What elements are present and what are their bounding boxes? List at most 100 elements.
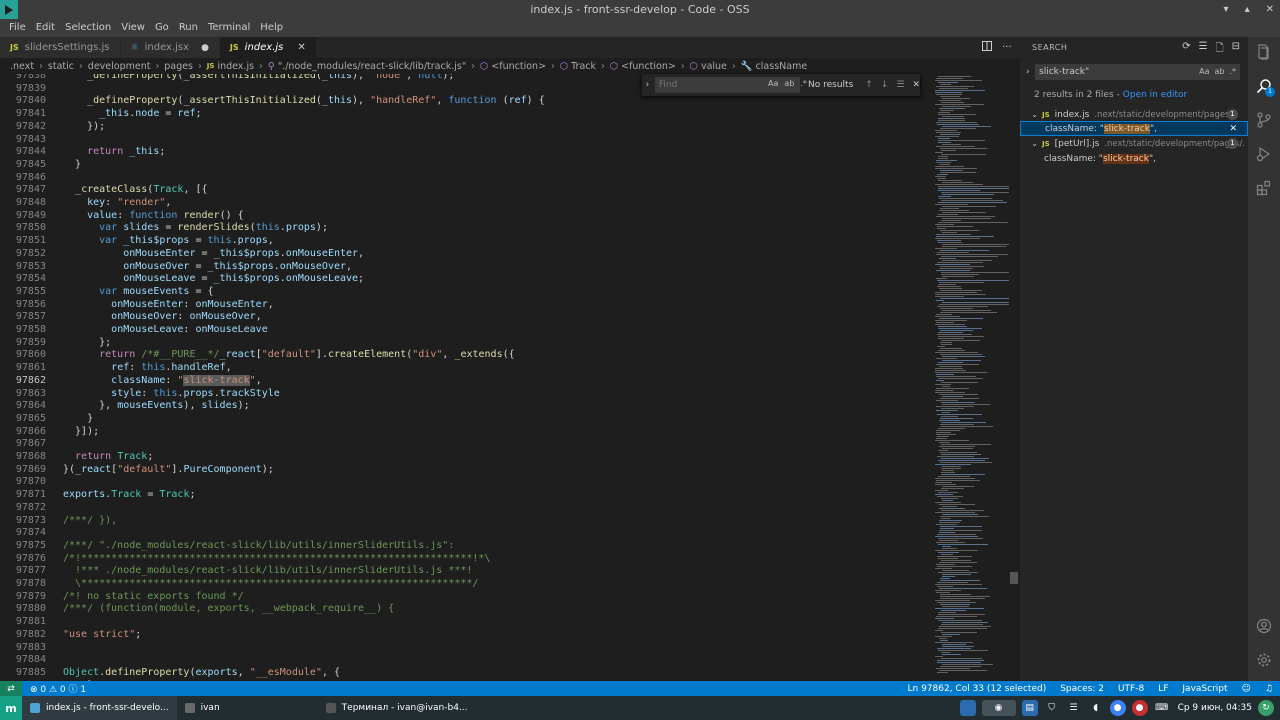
code-line[interactable]: onMouseLeave = _this$props.onMouseLeave; — [63, 273, 364, 286]
language-mode[interactable]: JavaScript — [1175, 684, 1234, 694]
minimap[interactable] — [933, 74, 1013, 681]
refresh-icon[interactable]: ⟳ — [1182, 41, 1190, 58]
tab-index-js[interactable]: JS index.js ✕ — [219, 37, 317, 58]
clear-results-icon[interactable]: ☰ — [1199, 41, 1208, 58]
code-line[interactable]: onMouseLeave: onMouseLeave — [63, 324, 268, 337]
menu-go[interactable]: Go — [150, 19, 174, 37]
code-editor[interactable]: 97838 97839 97840 97841 97842 97843 97844 97845… — [0, 74, 1020, 681]
result-match[interactable]: className: " slick-track ", — [1020, 151, 1248, 166]
run-debug-icon[interactable] — [1248, 139, 1280, 169]
breadcrumb-item[interactable]: "./node_modules/react-slick/lib/track.js… — [278, 61, 466, 72]
breadcrumb-item[interactable]: value — [701, 61, 727, 72]
notifications-bell-icon[interactable]: ♫ — [1258, 684, 1280, 694]
toggle-replace-icon[interactable]: › — [642, 80, 653, 90]
notification-icon[interactable]: ● — [1131, 700, 1148, 716]
previous-match-icon[interactable]: ↑ — [865, 80, 873, 90]
result-match[interactable]: className: " slick-track ", ✕ — [1020, 121, 1248, 136]
code-line[interactable]: /*!*************************************… — [63, 553, 490, 566]
result-file-index-js[interactable]: ⌄ JS index.js .next/static/development/p… — [1020, 107, 1248, 122]
find-in-selection-icon[interactable]: ☰ — [896, 80, 904, 90]
code-line[interactable]: }); — [63, 121, 105, 134]
menu-edit[interactable]: Edit — [31, 19, 60, 37]
split-editor-icon[interactable] — [982, 41, 992, 54]
code-line[interactable]: value: function render() { — [63, 210, 244, 223]
chevron-down-icon[interactable]: ⌄ — [1020, 110, 1042, 119]
code-line[interactable]: return Track; — [63, 451, 153, 464]
workspace-switcher-icon[interactable]: ◉ — [981, 700, 1016, 716]
code-line[interactable]: var slides = renderSlides(this.props); — [63, 222, 328, 235]
breadcrumb-item[interactable]: pages — [164, 61, 193, 72]
code-line[interactable]: className: "slick-track", — [63, 374, 262, 388]
feedback-icon[interactable]: ☺ — [1235, 684, 1258, 694]
code-line[interactable]: }; — [63, 337, 111, 350]
code-lines[interactable]: _defineProperty(_assertThisInitialized(_… — [63, 74, 933, 681]
open-in-editor-link[interactable]: Open in editor — [1123, 90, 1187, 100]
encoding[interactable]: UTF-8 — [1111, 684, 1151, 694]
cursor-position[interactable]: Ln 97862, Col 33 (12 selected) — [900, 684, 1053, 694]
code-line[interactable]: }(_react["default"].PureComponent); — [63, 464, 274, 477]
code-line[interactable]: \***************************************… — [63, 578, 478, 591]
extensions-icon[interactable] — [1248, 173, 1280, 203]
minimize-icon[interactable]: ▾ — [1224, 4, 1229, 15]
breadcrumb-item[interactable]: Track — [571, 61, 596, 72]
breadcrumb-item[interactable]: .next — [10, 61, 34, 72]
code-line[interactable]: "use strict"; — [63, 629, 141, 642]
workspace-1-icon[interactable] — [959, 700, 976, 716]
keyboard-layout-icon[interactable]: ⌨ — [1154, 700, 1170, 716]
breadcrumb-item[interactable]: className — [756, 61, 808, 72]
manage-gear-icon[interactable] — [1248, 645, 1280, 675]
code-line[interactable]: /***/ (function(module, exports, __webpa… — [63, 603, 394, 616]
collapse-all-icon[interactable]: ⊟ — [1232, 41, 1240, 58]
update-icon[interactable]: ↻ — [1258, 700, 1274, 716]
code-line[interactable]: }, mouseEvents), slides); — [63, 400, 250, 413]
breadcrumb-item[interactable]: static — [48, 61, 74, 72]
code-line[interactable]: return _this; — [63, 146, 165, 159]
breadcrumb-item[interactable]: index.js — [217, 61, 254, 72]
code-line[interactable]: exports.Track = Track; — [63, 489, 196, 502]
task-file-manager[interactable]: ivan — [177, 696, 228, 720]
regex-toggle[interactable]: .* — [800, 79, 807, 88]
task-vscode[interactable]: index.js - front-ssr-develo... — [22, 696, 177, 720]
tab-index-jsx[interactable]: ⚛ index.jsx ● — [120, 37, 220, 58]
problems-indicator[interactable]: ⊗ 0 ⚠ 0 ⓘ 1 — [30, 682, 86, 695]
code-line[interactable]: var mouseEvents = { — [63, 286, 213, 299]
remote-indicator-icon[interactable]: ⇄ — [0, 681, 22, 696]
more-actions-icon[interactable]: ··· — [1002, 42, 1012, 53]
breadcrumb-item[interactable]: development — [88, 61, 151, 72]
shield-icon[interactable]: ⛉ — [1044, 700, 1060, 716]
close-window-icon[interactable]: ✕ — [1266, 4, 1274, 15]
menu-run[interactable]: Run — [174, 19, 203, 37]
code-line[interactable]: !*** ./node_modules/react-slick/lib/util… — [63, 565, 472, 578]
code-line[interactable]: ref: this.handleRef, — [63, 362, 231, 375]
code-line[interactable]: onMouseEnter: onMouseEnter, — [63, 299, 274, 312]
task-terminal[interactable]: Терминал - ivan@ivan-b4... — [318, 696, 476, 720]
code-line[interactable]: } — [63, 159, 81, 172]
code-line[interactable]: }]); — [63, 426, 99, 439]
chevron-down-icon[interactable]: ⌄ — [1020, 139, 1042, 148]
regex-toggle[interactable]: .* — [1229, 67, 1236, 76]
breadcrumb-item[interactable]: <function> — [491, 61, 546, 72]
code-line[interactable]: } — [63, 413, 93, 426]
code-line[interactable]: var _this$props = this.props, — [63, 235, 274, 248]
browser-icon[interactable]: ● — [1109, 700, 1126, 716]
code-line[interactable]: onMouseEnter = _this$props.onMouseEnter, — [63, 248, 364, 261]
volume-icon[interactable]: ◖ — [1088, 700, 1104, 716]
code-line[interactable]: return /*#__PURE__*/_react["default"].cr… — [63, 349, 515, 362]
close-find-icon[interactable]: ✕ — [912, 80, 920, 90]
menu-file[interactable]: File — [4, 19, 31, 37]
search-icon[interactable]: 1 — [1248, 71, 1280, 101]
end-of-line[interactable]: LF — [1151, 684, 1175, 694]
code-line[interactable]: /***/ "./node_modules/react-slick/lib/ut… — [63, 540, 454, 553]
close-tab-icon[interactable]: ✕ — [297, 42, 305, 53]
code-line[interactable]: Object.defineProperty(exports, "__esModu… — [63, 667, 340, 680]
code-line[interactable]: style: this.props.trackStyle — [63, 388, 280, 401]
code-line[interactable]: _defineProperty(_assertThisInitialized(_… — [63, 95, 545, 108]
code-line[interactable]: _defineProperty(_assertThisInitialized(_… — [63, 74, 454, 83]
source-control-icon[interactable] — [1248, 105, 1280, 135]
start-menu-button[interactable]: m — [0, 696, 22, 720]
menu-terminal[interactable]: Terminal — [203, 19, 255, 37]
match-case-toggle[interactable]: Aa — [768, 79, 778, 88]
accounts-icon[interactable] — [1248, 611, 1280, 641]
menu-selection[interactable]: Selection — [60, 19, 116, 37]
network-icon[interactable]: ☰ — [1066, 700, 1082, 716]
